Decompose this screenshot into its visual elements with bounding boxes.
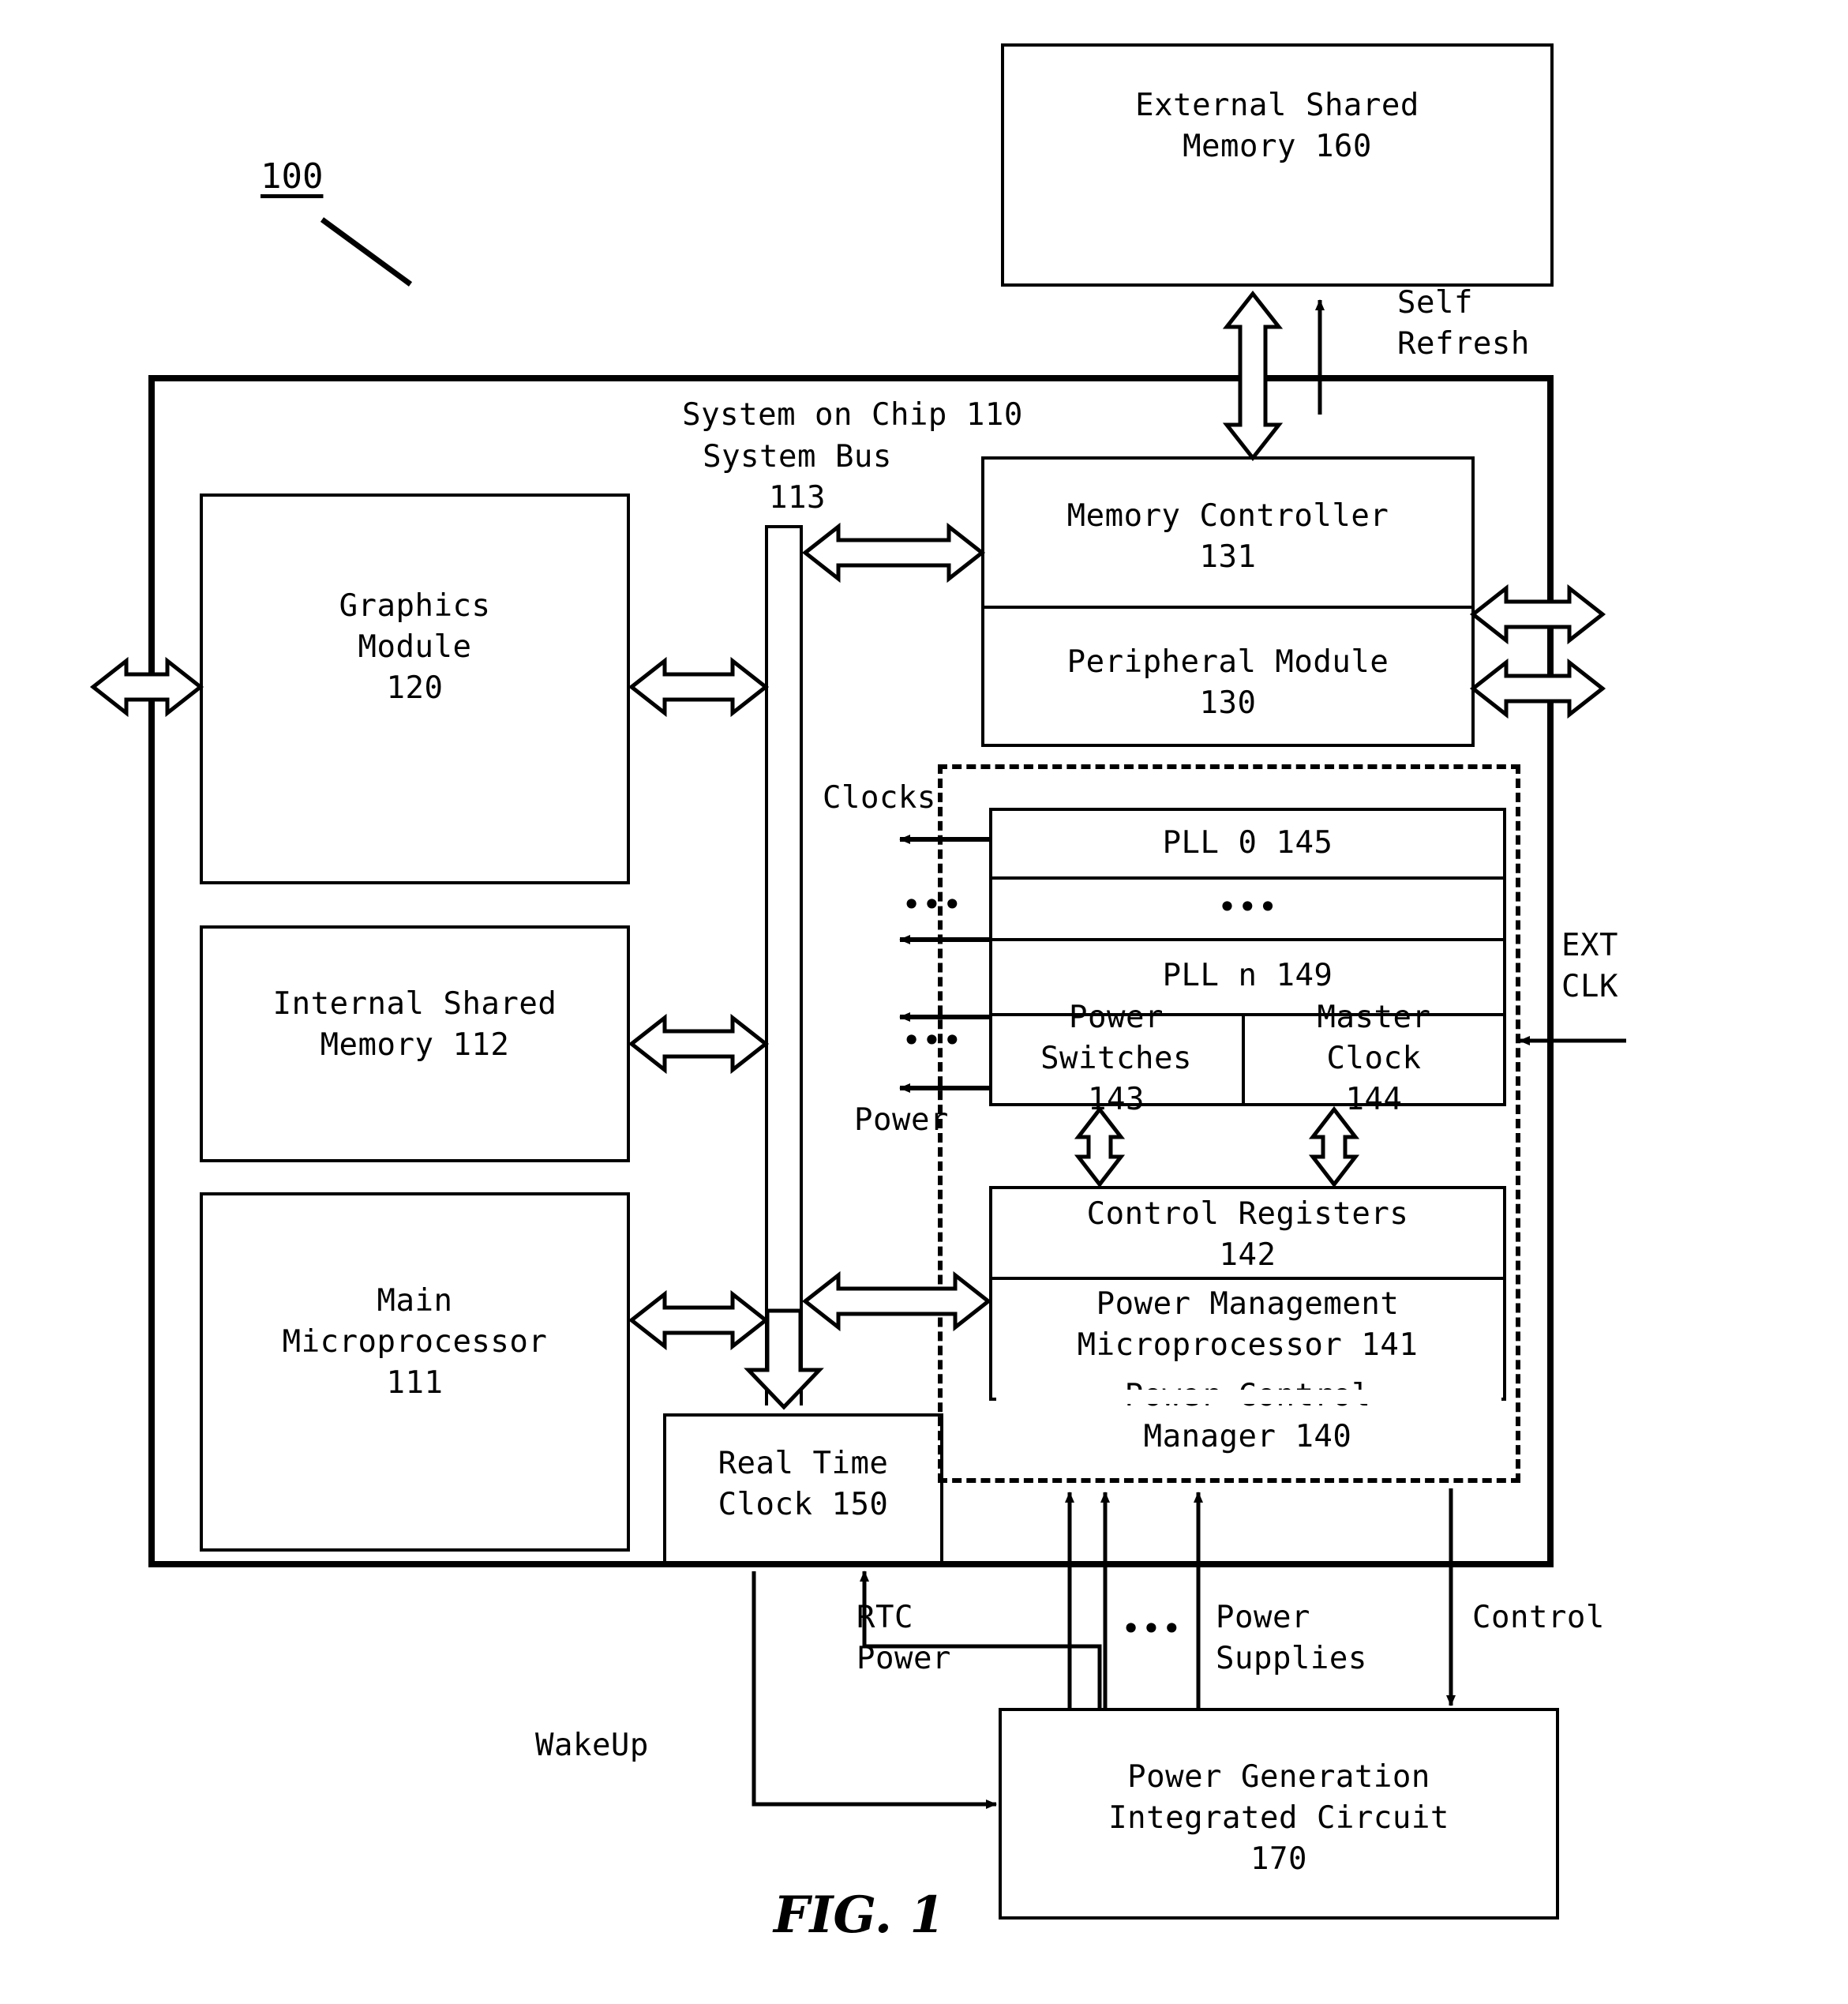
clocks-ellipsis-1: ••• xyxy=(902,885,963,924)
ext-clk-label: EXT CLK xyxy=(1561,928,1618,1005)
power-supplies-ellipsis: ••• xyxy=(1121,1609,1183,1648)
peripheral-module-label: Peripheral Module 130 xyxy=(1066,644,1389,721)
power-management-microprocessor-label: Power Management Microprocessor 141 xyxy=(1077,1285,1419,1363)
external-shared-memory-label: External Shared Memory 160 xyxy=(1135,87,1419,164)
power-generation-ic-label: Power Generation Integrated Circuit 170 xyxy=(1108,1758,1449,1878)
power-supplies-label: Power Supplies xyxy=(1216,1600,1367,1677)
system-on-chip-label: System on Chip 110 xyxy=(682,397,1023,433)
control-registers-divider xyxy=(992,1277,1503,1280)
reference-numeral-100: 100 xyxy=(261,156,324,197)
clocks-ellipsis-2: ••• xyxy=(902,1021,963,1060)
graphics-module-label: Graphics Module 120 xyxy=(339,587,491,707)
figure-caption: FIG. 1 xyxy=(774,1886,945,1945)
control-registers-label: Control Registers 142 xyxy=(1086,1195,1409,1273)
clocks-label: Clocks xyxy=(823,780,936,816)
rtc-power-label: RTC Power xyxy=(857,1600,951,1677)
pll-ellipsis-label: ••• xyxy=(1216,887,1279,926)
pll-0-label: PLL 0 145 xyxy=(1162,824,1333,861)
power-control-manager-label: Power Control Manager 140 xyxy=(1124,1378,1371,1455)
wakeup-label: WakeUp xyxy=(535,1728,649,1763)
power-switches-label: Power Switches 143 xyxy=(1040,999,1192,1118)
self-refresh-label: Self Refresh xyxy=(1397,285,1530,362)
control-signal-label: Control xyxy=(1472,1600,1605,1635)
memory-controller-label: Memory Controller 131 xyxy=(1066,497,1389,575)
main-microprocessor-label: Main Microprocessor 111 xyxy=(282,1282,548,1402)
memory-controller-divider xyxy=(984,606,1471,609)
system-bus-label: System Bus 113 xyxy=(703,439,892,516)
power-label: Power xyxy=(854,1102,949,1138)
real-time-clock-label: Real Time Clock 150 xyxy=(718,1445,889,1522)
master-clock-label: Master Clock 144 xyxy=(1317,999,1431,1118)
patent-figure-1: 100 External Shared Memory 160 Self Refr… xyxy=(0,0,1848,2004)
reference-100-leader xyxy=(320,217,413,287)
system-bus-bar xyxy=(765,525,803,1405)
internal-shared-memory-label: Internal Shared Memory 112 xyxy=(272,985,557,1063)
